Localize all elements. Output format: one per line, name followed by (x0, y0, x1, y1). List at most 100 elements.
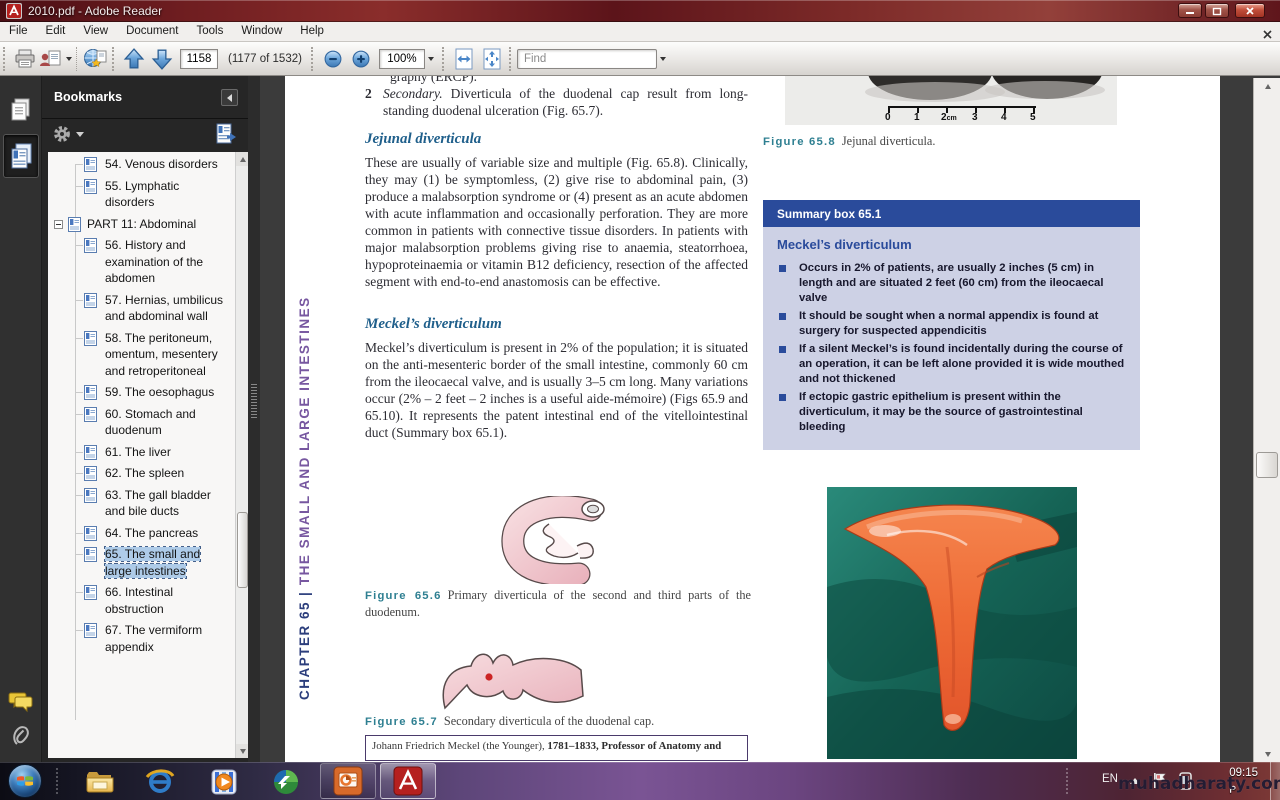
figure-65-8-photo: 0 1 2cm 3 4 5 (785, 76, 1117, 125)
document-scrollbar-thumb[interactable] (1256, 452, 1278, 478)
fit-page-button[interactable] (478, 45, 506, 73)
bookmark-item-65-selected[interactable]: 65. The small and large intestines (48, 546, 226, 579)
ruler-line (888, 106, 1036, 108)
zoom-level-field[interactable]: 100% (379, 49, 425, 69)
heading-meckels-diverticulum: Meckel’s diverticulum (365, 316, 502, 333)
print-button[interactable] (11, 45, 39, 73)
media-player-icon (210, 768, 238, 796)
taskbar-powerpoint-button[interactable] (320, 763, 376, 799)
bookmark-item-62[interactable]: 62. The spleen (48, 465, 226, 482)
panel-collapse-button[interactable] (221, 89, 238, 106)
bookmark-item-57[interactable]: 57. Hernias, umbilicus and abdominal wal… (48, 292, 226, 325)
next-page-button[interactable] (148, 45, 176, 73)
page-thumbnails-tab[interactable] (3, 88, 39, 132)
zoom-out-icon (324, 50, 342, 68)
menu-file[interactable]: File (0, 22, 37, 41)
fit-width-icon (454, 48, 474, 70)
zoom-out-button[interactable] (319, 45, 347, 73)
minimize-button[interactable] (1178, 3, 1202, 18)
toolbar-grip[interactable] (3, 47, 8, 71)
figure-65-6-caption: Figure 65.6Primary diverticula of the se… (365, 587, 751, 620)
taskbar-download-manager-button[interactable] (266, 767, 306, 797)
adobe-reader-icon (393, 766, 423, 796)
site-watermark: muhadharaty.com (1118, 774, 1280, 794)
menu-edit[interactable]: Edit (37, 22, 75, 41)
taskbar-media-player-button[interactable] (204, 767, 244, 797)
bookmark-item-66[interactable]: 66. Intestinal obstruction (48, 584, 226, 617)
bookmarks-options-button[interactable] (52, 124, 84, 144)
scroll-down-icon[interactable] (1254, 746, 1280, 762)
page-count-label: (1177 of 1532) (228, 53, 302, 65)
previous-page-button[interactable] (120, 45, 148, 73)
collapse-expander-icon[interactable] (54, 220, 63, 229)
bookmarks-panel-title: Bookmarks (54, 90, 122, 104)
bookmarks-panel-header: Bookmarks (42, 84, 248, 114)
bookmark-item-67[interactable]: 67. The vermiform appendix (48, 622, 226, 655)
bookmarks-scrollbar[interactable] (235, 152, 248, 758)
taskbar-adobe-reader-button[interactable] (380, 763, 436, 799)
summary-bullet: If ectopic gastric epithelium is present… (777, 390, 1126, 435)
bookmark-item-55[interactable]: 55. Lymphatic disorders (48, 178, 226, 211)
taskbar-internet-explorer-button[interactable] (140, 767, 180, 797)
navigation-icon-strip (0, 76, 42, 762)
pages-icon (9, 97, 33, 123)
menu-window[interactable]: Window (232, 22, 291, 41)
summary-bullet: It should be sought when a normal append… (777, 309, 1126, 339)
email-share-button[interactable] (39, 45, 72, 73)
menu-document[interactable]: Document (117, 22, 187, 41)
paperclip-icon (10, 720, 32, 748)
splitter-grip-icon (251, 384, 257, 418)
heading-jejunal-diverticula: Jejunal diverticula (365, 131, 481, 148)
internet-explorer-icon (145, 768, 175, 796)
menu-tools[interactable]: Tools (188, 22, 233, 41)
figure-65-8-caption: Figure 65.8Jejunal diverticula. (763, 133, 1133, 150)
paragraph-jejunal: These are usually of variable size and m… (365, 154, 748, 290)
collapse-arrow-icon (227, 94, 232, 102)
figure-65-7-drawing (413, 638, 591, 710)
menu-view[interactable]: View (74, 22, 117, 41)
find-dropdown-caret[interactable] (660, 57, 666, 61)
restore-button[interactable] (1205, 3, 1229, 18)
zoom-dropdown-caret[interactable] (428, 57, 434, 61)
main-area: Bookmarks 54. Venous disorders 55. Lymph… (0, 76, 1280, 762)
bookmark-item-61[interactable]: 61. The liver (48, 444, 226, 461)
bookmark-item-59[interactable]: 59. The oesophagus (48, 384, 226, 401)
bookmarks-list: 54. Venous disorders 55. Lymphatic disor… (48, 152, 240, 758)
powerpoint-icon (333, 766, 363, 796)
bookmark-item-54[interactable]: 54. Venous disorders (48, 156, 226, 173)
bookmark-item-56[interactable]: 56. History and examination of the abdom… (48, 237, 226, 287)
close-button[interactable] (1235, 3, 1265, 18)
taskbar-explorer-button[interactable] (80, 767, 120, 797)
zoom-in-button[interactable] (347, 45, 375, 73)
language-indicator[interactable]: EN (1102, 773, 1118, 785)
zoom-in-icon (352, 50, 370, 68)
bookmarks-options-row (42, 118, 248, 152)
panel-splitter[interactable] (248, 76, 260, 762)
bookmark-item-63[interactable]: 63. The gall bladder and bile ducts (48, 487, 226, 520)
figure-65-6-drawing (485, 496, 625, 584)
chapter-side-tab: CHAPTER 65 | THE SMALL AND LARGE INTESTI… (297, 248, 325, 700)
arrow-up-icon (123, 48, 145, 70)
page-number-input[interactable] (180, 49, 218, 69)
bookmark-item-part11[interactable]: PART 11: Abdominal (48, 216, 226, 233)
bookmark-item-60[interactable]: 60. Stomach and duodenum (48, 406, 226, 439)
fit-width-button[interactable] (450, 45, 478, 73)
goto-current-bookmark-button[interactable] (214, 123, 238, 150)
summary-box-title: Meckel’s diverticulum (777, 237, 1126, 252)
collaborate-button[interactable] (81, 45, 109, 73)
paragraph-meckel: Meckel’s diverticulum is present in 2% o… (365, 339, 748, 441)
bookmark-item-58[interactable]: 58. The peritoneum, omentum, mesentery a… (48, 330, 226, 380)
bookmark-item-64[interactable]: 64. The pancreas (48, 525, 226, 542)
menu-help[interactable]: Help (291, 22, 333, 41)
arrow-down-icon (151, 48, 173, 70)
bookmarks-tab[interactable] (3, 134, 39, 178)
document-scrollbar[interactable] (1253, 78, 1280, 762)
numbered-list-item: 2 Secondary. Diverticula of the duodenal… (365, 85, 748, 119)
bookmarks-scrollbar-thumb[interactable] (237, 512, 248, 588)
start-button[interactable] (8, 764, 42, 798)
scroll-up-icon[interactable] (1254, 78, 1280, 94)
idm-icon (272, 768, 300, 796)
summary-bullet: Occurs in 2% of patients, are usually 2 … (777, 261, 1126, 306)
find-input[interactable] (517, 49, 657, 69)
attachments-tab[interactable] (3, 712, 39, 756)
